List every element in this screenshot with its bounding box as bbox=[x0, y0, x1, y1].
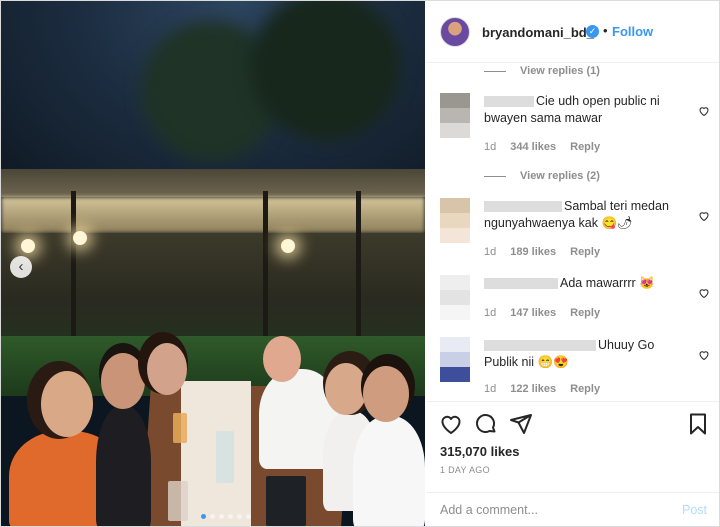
heart-icon[interactable] bbox=[698, 349, 710, 361]
photo-person-head bbox=[147, 343, 187, 395]
comment-likes[interactable]: 344 likes bbox=[510, 141, 556, 153]
view-replies-label: View replies (1) bbox=[520, 65, 600, 77]
photo-person-white-shirt bbox=[353, 416, 425, 526]
view-replies-button[interactable]: View replies (1) bbox=[484, 65, 600, 77]
comment-meta: 1d 147 likes Reply bbox=[484, 307, 600, 319]
heart-icon[interactable] bbox=[439, 412, 463, 436]
bookmark-icon[interactable] bbox=[686, 412, 710, 436]
photo-lamp bbox=[73, 231, 87, 245]
photo-person-head bbox=[101, 353, 145, 409]
photo-water-bottle bbox=[216, 431, 234, 483]
comment-time: 1d bbox=[484, 307, 497, 319]
post-actions: 315,070 likes 1 DAY AGO Add a comment...… bbox=[426, 401, 719, 526]
carousel-prev-button[interactable]: ‹ bbox=[10, 256, 32, 278]
photo-glass bbox=[173, 413, 187, 443]
comment-meta: 1d 189 likes Reply bbox=[484, 246, 600, 258]
follow-button[interactable]: Follow bbox=[612, 24, 653, 39]
carousel-dots bbox=[201, 514, 251, 519]
comment-time: 1d bbox=[484, 246, 497, 258]
comments-list[interactable]: View replies (1) Cie udh open public ni … bbox=[426, 63, 719, 401]
photo-restaurant-roof bbox=[1, 169, 425, 197]
photo-ceiling-lights bbox=[1, 197, 425, 233]
comment-icon[interactable] bbox=[474, 412, 498, 436]
comment-time: 1d bbox=[484, 383, 497, 395]
comment-text: Uhuuy Go Publik nii 😁😍 bbox=[484, 337, 680, 371]
replies-divider bbox=[484, 175, 506, 177]
heart-icon[interactable] bbox=[698, 210, 710, 222]
carousel-dot bbox=[210, 514, 215, 519]
comment-input[interactable]: Add a comment... bbox=[440, 503, 538, 517]
add-comment-bar: Add a comment... Post bbox=[426, 492, 719, 526]
post-comment-button[interactable]: Post bbox=[682, 503, 707, 517]
carousel-dot bbox=[237, 514, 242, 519]
photo-person-head bbox=[325, 363, 367, 415]
post-header: bryandomani_bd_ ✓ • Follow bbox=[426, 1, 719, 63]
username-link[interactable]: bryandomani_bd_ bbox=[482, 25, 594, 40]
header-separator: • bbox=[603, 23, 608, 38]
photo-person-head bbox=[41, 371, 93, 437]
instagram-post-window: ‹ bryandomani_bd_ ✓ • Follow View replie… bbox=[0, 0, 720, 527]
comment-meta: 1d 122 likes Reply bbox=[484, 383, 600, 395]
photo-pillar bbox=[71, 191, 76, 351]
reply-button[interactable]: Reply bbox=[570, 141, 600, 153]
carousel-dot bbox=[246, 514, 251, 519]
photo-person-dark-jacket bbox=[96, 406, 151, 526]
comment-meta: 1d 344 likes Reply bbox=[484, 141, 600, 153]
reply-button[interactable]: Reply bbox=[570, 383, 600, 395]
commenter-avatar-blurred[interactable] bbox=[440, 275, 470, 320]
photo-person-head bbox=[263, 336, 301, 382]
post-photo[interactable]: ‹ bbox=[1, 1, 425, 526]
likes-count[interactable]: 315,070 likes bbox=[440, 444, 520, 459]
carousel-dot bbox=[219, 514, 224, 519]
commenter-avatar-blurred[interactable] bbox=[440, 93, 470, 138]
photo-restaurant-interior bbox=[1, 233, 425, 343]
comment-text: Sambal teri medan ngunyahwaenya kak 😋🌶 bbox=[484, 198, 680, 232]
commenter-username-blurred[interactable] bbox=[484, 201, 562, 213]
comment-text: Ada mawarrrr 😻 bbox=[484, 275, 680, 292]
comment-text: Cie udh open public ni bwayen sama mawar bbox=[484, 93, 680, 127]
reply-button[interactable]: Reply bbox=[570, 307, 600, 319]
view-replies-label: View replies (2) bbox=[520, 170, 600, 182]
comment-likes[interactable]: 147 likes bbox=[510, 307, 556, 319]
commenter-username-blurred[interactable] bbox=[484, 340, 596, 352]
carousel-dot bbox=[228, 514, 233, 519]
photo-pillar bbox=[356, 191, 361, 351]
comment-body: Ada mawarrrr 😻 bbox=[560, 276, 655, 290]
comment-time: 1d bbox=[484, 141, 497, 153]
commenter-username-blurred[interactable] bbox=[484, 96, 534, 108]
photo-glass bbox=[168, 481, 188, 521]
post-sidebar: bryandomani_bd_ ✓ • Follow View replies … bbox=[426, 1, 719, 526]
avatar[interactable] bbox=[440, 17, 470, 47]
heart-icon[interactable] bbox=[698, 287, 710, 299]
heart-icon[interactable] bbox=[698, 105, 710, 117]
post-timestamp[interactable]: 1 DAY AGO bbox=[440, 465, 490, 475]
share-icon[interactable] bbox=[509, 412, 533, 436]
chevron-left-icon: ‹ bbox=[18, 258, 24, 275]
photo-person-head bbox=[363, 366, 409, 422]
photo-pillar bbox=[263, 191, 268, 351]
commenter-username-blurred[interactable] bbox=[484, 278, 558, 290]
commenter-avatar-blurred[interactable] bbox=[440, 198, 470, 243]
comment-likes[interactable]: 122 likes bbox=[510, 383, 556, 395]
view-replies-button[interactable]: View replies (2) bbox=[484, 170, 600, 182]
carousel-dot bbox=[201, 514, 206, 519]
photo-qr-menu-stand bbox=[266, 476, 306, 526]
photo-lamp bbox=[281, 239, 295, 253]
verified-badge-icon: ✓ bbox=[586, 25, 599, 38]
comment-likes[interactable]: 189 likes bbox=[510, 246, 556, 258]
commenter-avatar-blurred[interactable] bbox=[440, 337, 470, 382]
replies-divider bbox=[484, 70, 506, 72]
photo-lamp bbox=[21, 239, 35, 253]
reply-button[interactable]: Reply bbox=[570, 246, 600, 258]
